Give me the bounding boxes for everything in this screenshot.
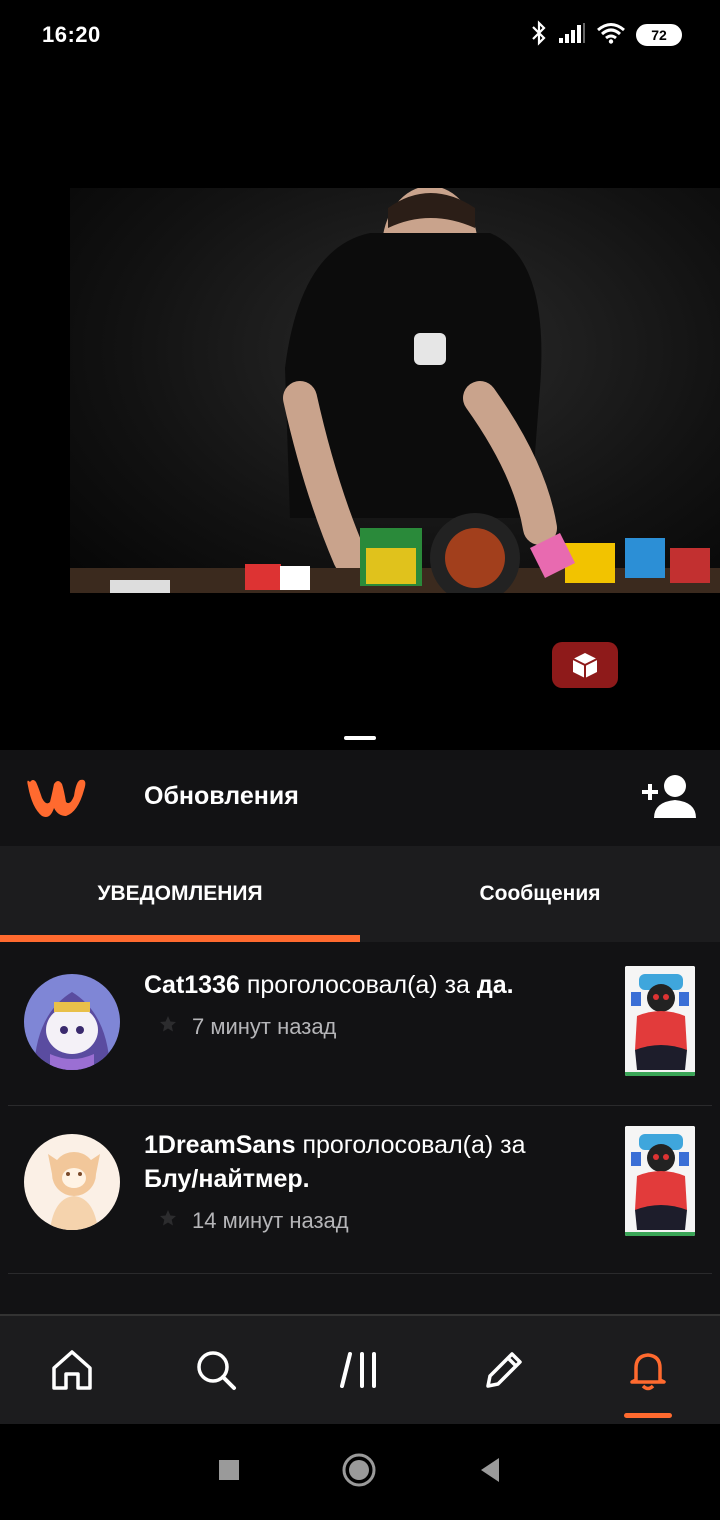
status-bar: 16:20 72 [0,0,720,70]
notification-time: 14 минут назад [192,1208,349,1233]
back-triangle-icon [481,1457,499,1482]
bluetooth-icon [530,19,548,51]
status-time: 16:20 [42,22,101,47]
drag-handle[interactable] [344,736,376,740]
notification-target[interactable]: Блу/найтмер. [144,1165,310,1193]
tab-notifications[interactable]: УВЕДОМЛЕНИЯ [0,846,360,942]
square-icon [219,1459,239,1480]
tab-messages[interactable]: Сообщения [360,846,720,942]
avatar[interactable] [24,974,120,1070]
battery-icon: 72 [636,24,682,46]
tab-notifications-label: УВЕДОМЛЕНИЯ [97,882,263,905]
notification-text: 1DreamSans проголосовал(а) за Блу/найтме… [144,1128,584,1196]
search-icon [197,1351,236,1390]
circle-icon [342,1453,376,1486]
notification-user[interactable]: 1DreamSans [144,1131,295,1159]
list-item[interactable]: Cat1336 проголосовал(а) за да. 7 минут н… [8,942,712,1106]
notification-time: 7 минут назад [192,1014,337,1039]
recents-button[interactable] [217,1458,241,1487]
signal-icon [558,22,586,49]
nav-home-button[interactable] [0,1316,144,1424]
nav-library-button[interactable] [288,1316,432,1424]
notification-list: Cat1336 проголосовал(а) за да. 7 минут н… [0,942,720,1314]
library-icon [340,1352,376,1388]
add-user-icon [642,775,696,818]
back-button[interactable] [477,1456,503,1489]
star-icon [158,1208,178,1234]
nav-write-button[interactable] [432,1316,576,1424]
app-header: Обновления [0,750,720,846]
notification-target[interactable]: да. [477,971,514,999]
cube-logo-button[interactable] [552,642,618,688]
story-cover-thumbnail[interactable] [625,1126,695,1236]
write-icon [486,1352,522,1388]
notification-action: проголосовал(а) за [302,1131,526,1159]
tab-messages-label: Сообщения [479,882,601,905]
notification-text: Cat1336 проголосовал(а) за да. [144,968,584,1002]
notification-meta: 14 минут назад [158,1208,349,1234]
notification-action: проголосовал(а) за [246,971,470,999]
bottom-nav [0,1314,720,1424]
tab-bar: УВЕДОМЛЕНИЯ Сообщения [0,846,720,942]
list-item[interactable]: 1DreamSans проголосовал(а) за Блу/найтме… [8,1106,712,1274]
video-player[interactable] [0,70,720,750]
notification-user[interactable]: Cat1336 [144,971,240,999]
nav-search-button[interactable] [144,1316,288,1424]
system-nav-bar [0,1424,720,1520]
avatar[interactable] [24,1134,120,1230]
nav-notifications-button[interactable] [576,1316,720,1424]
cube-icon [572,653,598,678]
page-title: Обновления [144,782,299,810]
video-content-image [70,188,720,593]
star-icon [158,1014,178,1040]
status-icons: 72 [530,19,682,51]
home-icon [52,1350,92,1390]
video-frame[interactable] [70,188,720,593]
home-system-button[interactable] [341,1452,377,1493]
wifi-icon [596,22,626,49]
wattpad-logo [24,772,88,825]
story-cover-thumbnail[interactable] [625,966,695,1076]
notifications-icon [630,1353,666,1391]
add-friend-button[interactable] [638,772,698,824]
notification-meta: 7 минут назад [158,1014,336,1040]
